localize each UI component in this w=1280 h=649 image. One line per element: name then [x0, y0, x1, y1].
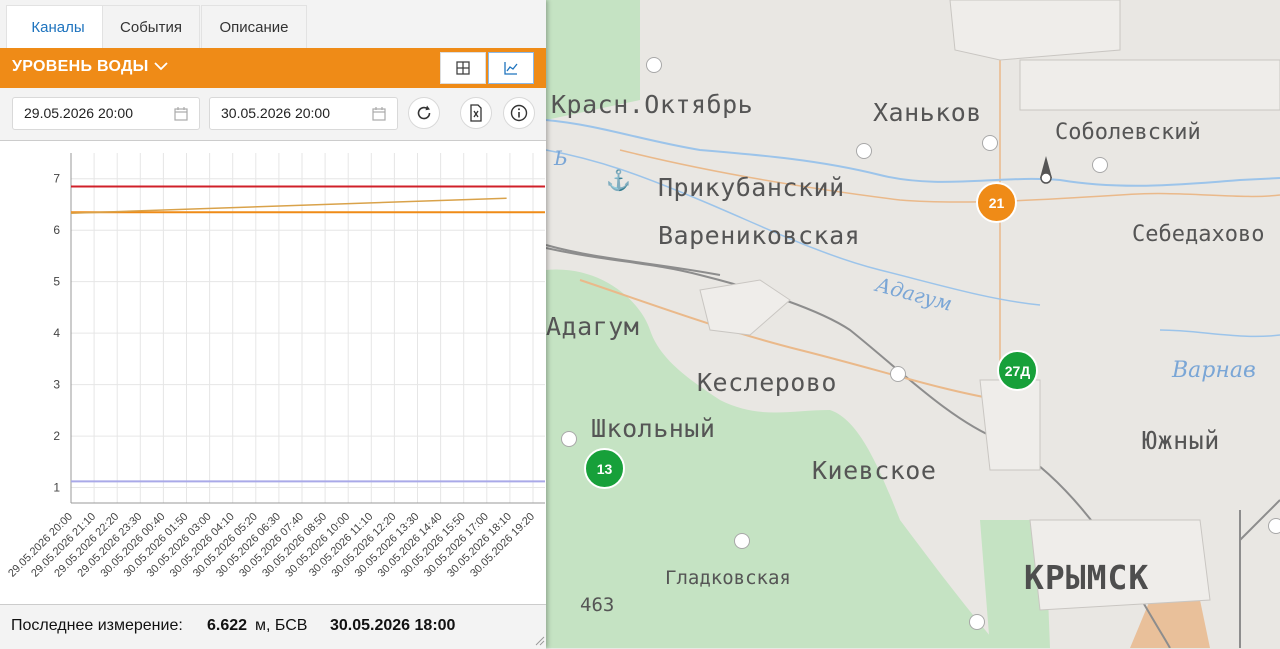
y-tick-label: 3	[53, 378, 60, 392]
station-marker-label: 21	[988, 194, 1005, 211]
map-poi[interactable]	[1268, 518, 1280, 534]
tab-channels[interactable]: Каналы	[6, 5, 110, 48]
tab-label: Описание	[219, 18, 289, 36]
date-to-input[interactable]: 30.05.2026 20:00	[209, 97, 398, 130]
map-label-gladkovskaya: Гладковская	[665, 567, 791, 589]
calendar-icon[interactable]	[173, 106, 189, 122]
y-tick-label: 5	[53, 275, 60, 289]
station-marker-label: 13	[596, 460, 613, 477]
station-marker-27d[interactable]: 27Д	[997, 350, 1038, 391]
map-label-river-varnav: Варнав	[1172, 358, 1256, 383]
map-label-kievskoe: Киевское	[812, 456, 937, 485]
chevron-down-icon[interactable]	[153, 58, 169, 74]
y-tick-label: 1	[53, 481, 60, 495]
map-label-sebedakhovo: Себедахово	[1132, 222, 1265, 247]
resize-handle-icon[interactable]	[535, 636, 545, 646]
excel-export-icon	[470, 104, 482, 122]
channel-selector[interactable]: УРОВЕНЬ ВОДЫ	[12, 58, 149, 76]
station-panel: Каналы События Описание УРОВЕНЬ ВОДЫ 29.…	[0, 0, 546, 649]
map-label-khankov: Ханьков	[873, 98, 982, 127]
last-measurement-unit: м, БСВ	[255, 617, 308, 634]
map-poi[interactable]	[1092, 157, 1108, 173]
water-level-series-line	[70, 197, 507, 214]
y-tick-label: 7	[53, 172, 60, 186]
map-poi[interactable]	[561, 431, 577, 447]
filter-bar: 29.05.2026 20:00 30.05.2026 20:00	[0, 88, 546, 141]
calendar-icon[interactable]	[371, 106, 387, 122]
map-label-river-fragment: Ь	[554, 146, 568, 170]
refresh-icon	[417, 105, 431, 120]
chart-view-button[interactable]	[488, 52, 534, 84]
y-tick-label: 6	[53, 223, 60, 237]
line-chart-icon	[504, 62, 518, 75]
map-poi[interactable]	[734, 533, 750, 549]
table-view-button[interactable]	[440, 52, 486, 84]
map-poi[interactable]	[646, 57, 662, 73]
refresh-button[interactable]	[408, 97, 440, 129]
map-poi[interactable]	[982, 135, 998, 151]
map-label-krymsk: КРЫМСК	[1024, 558, 1150, 597]
station-marker-21[interactable]: 21	[976, 182, 1017, 223]
y-tick-label: 2	[53, 429, 60, 443]
info-button[interactable]	[503, 97, 535, 129]
anchor-icon: ⚓	[606, 170, 631, 192]
water-level-chart[interactable]: 123456729.05.2026 20:0029.05.2026 21:102…	[0, 141, 546, 604]
date-to-value: 30.05.2026 20:00	[221, 105, 330, 121]
map-poi[interactable]	[969, 614, 985, 630]
map-label-sobolevsky: Соболевский	[1055, 120, 1201, 145]
last-measurement-value: 6.622	[207, 617, 248, 634]
map-label-prikubansky: Прикубанский	[658, 173, 845, 202]
table-icon	[456, 61, 470, 75]
date-from-value: 29.05.2026 20:00	[24, 105, 133, 121]
last-measurement-label: Последнее измерение:	[11, 617, 183, 634]
map-label-yuzhny: Южный	[1142, 426, 1220, 455]
date-from-input[interactable]: 29.05.2026 20:00	[12, 97, 200, 130]
tab-events[interactable]: События	[102, 5, 200, 48]
map-label-shkolny: Школьный	[591, 414, 716, 443]
map-poi[interactable]	[856, 143, 872, 159]
map-label-krasn-oktyabr: Красн.Октябрь	[551, 90, 754, 119]
y-tick-label: 4	[53, 326, 60, 340]
tab-bar: Каналы События Описание	[0, 0, 546, 48]
mountain-peak-icon	[1040, 156, 1052, 184]
last-measurement-time: 30.05.2026 18:00	[330, 617, 456, 634]
tab-description[interactable]: Описание	[201, 5, 307, 48]
map-label-keslerovo: Кеслерово	[697, 368, 837, 397]
export-excel-button[interactable]	[460, 97, 492, 129]
map-poi[interactable]	[890, 366, 906, 382]
station-marker-label: 27Д	[1004, 362, 1031, 379]
info-icon	[510, 104, 528, 122]
tab-label: Каналы	[31, 18, 85, 36]
station-marker-13[interactable]: 13	[584, 448, 625, 489]
map-label-varenikovskaya: Варениковская	[658, 221, 861, 250]
channel-header: УРОВЕНЬ ВОДЫ	[0, 48, 546, 88]
map-label-elevation: 463	[580, 594, 615, 616]
tab-label: События	[120, 18, 182, 36]
last-measurement-bar: Последнее измерение: 6.622 м, БСВ 30.05.…	[0, 604, 546, 649]
map-label-adagum: Адагум	[546, 312, 640, 341]
